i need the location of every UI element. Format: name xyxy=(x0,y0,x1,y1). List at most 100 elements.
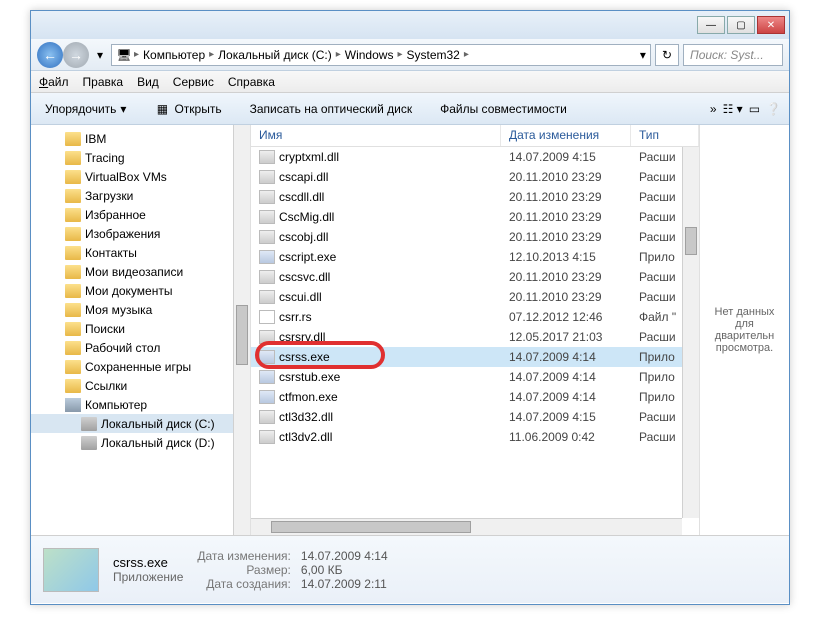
chevron-right-icon: ▸ xyxy=(397,49,402,60)
col-date[interactable]: Дата изменения xyxy=(501,125,631,146)
tree-folder[interactable]: VirtualBox VMs xyxy=(31,167,250,186)
organize-button[interactable]: Упорядочить ▾ xyxy=(39,100,132,118)
file-name: cscapi.dll xyxy=(279,170,328,184)
file-row[interactable]: csrr.rs07.12.2012 12:46Файл " xyxy=(251,307,699,327)
tree-folder[interactable]: Tracing xyxy=(31,148,250,167)
dll-icon xyxy=(259,190,275,204)
chevron-right-icon: ▸ xyxy=(336,49,341,60)
refresh-button[interactable]: ↻ xyxy=(655,44,679,66)
column-headers: Имя Дата изменения Тип xyxy=(251,125,699,147)
file-row[interactable]: ctl3d32.dll14.07.2009 4:15Расши xyxy=(251,407,699,427)
folder-icon xyxy=(65,360,81,374)
close-button[interactable]: ✕ xyxy=(757,16,785,34)
file-name: ctl3d32.dll xyxy=(279,410,333,424)
tree-item-label: Мои видеозаписи xyxy=(85,265,183,279)
tree-item-label: Ссылки xyxy=(85,379,127,393)
tree-drive[interactable]: Локальный диск (D:) xyxy=(31,433,250,452)
tree-folder[interactable]: IBM xyxy=(31,129,250,148)
menu-help[interactable]: Справка xyxy=(228,75,275,89)
file-row[interactable]: cryptxml.dll14.07.2009 4:15Расши xyxy=(251,147,699,167)
folder-icon xyxy=(65,246,81,260)
tree-item-label: Контакты xyxy=(85,246,137,260)
file-row[interactable]: cscobj.dll20.11.2010 23:29Расши xyxy=(251,227,699,247)
file-name: ctl3dv2.dll xyxy=(279,430,332,444)
tree-item-label: Поиски xyxy=(85,322,125,336)
tree-folder[interactable]: Поиски xyxy=(31,319,250,338)
col-type[interactable]: Тип xyxy=(631,125,699,146)
minimize-button[interactable]: — xyxy=(697,16,725,34)
breadcrumb[interactable]: Компьютер xyxy=(141,48,207,62)
tree-folder[interactable]: Контакты xyxy=(31,243,250,262)
file-name: csrss.exe xyxy=(279,350,330,364)
file-scrollbar-horizontal[interactable] xyxy=(251,518,682,535)
tree-folder[interactable]: Ссылки xyxy=(31,376,250,395)
tree-folder[interactable]: Изображения xyxy=(31,224,250,243)
file-date: 14.07.2009 4:14 xyxy=(501,390,631,404)
file-row[interactable]: ctfmon.exe14.07.2009 4:14Прило xyxy=(251,387,699,407)
nav-history-dropdown[interactable]: ▾ xyxy=(93,42,107,68)
folder-icon xyxy=(65,379,81,393)
file-row[interactable]: csrsrv.dll12.05.2017 21:03Расши xyxy=(251,327,699,347)
burn-button[interactable]: Записать на оптический диск xyxy=(244,100,419,118)
more-chevrons-icon[interactable]: » xyxy=(710,102,717,116)
folder-icon xyxy=(65,303,81,317)
tree-folder[interactable]: Моя музыка xyxy=(31,300,250,319)
tree-folder[interactable]: Мои документы xyxy=(31,281,250,300)
menu-file[interactable]: Файл xyxy=(39,75,69,89)
file-date: 12.10.2013 4:15 xyxy=(501,250,631,264)
nav-row: ← → ▾ 🖥 ▸ Компьютер ▸ Локальный диск (C:… xyxy=(31,39,789,71)
forward-button[interactable]: → xyxy=(63,42,89,68)
file-row[interactable]: csrstub.exe14.07.2009 4:14Прило xyxy=(251,367,699,387)
breadcrumb[interactable]: System32 xyxy=(404,48,461,62)
preview-pane-button[interactable]: ▭ xyxy=(749,102,760,116)
open-button[interactable]: ▦Открыть xyxy=(148,99,227,119)
tree-drive[interactable]: Локальный диск (C:) xyxy=(31,414,250,433)
tree-item-label: IBM xyxy=(85,132,106,146)
help-button[interactable]: ❔ xyxy=(766,102,781,116)
menu-view[interactable]: Вид xyxy=(137,75,159,89)
folder-icon xyxy=(65,170,81,184)
tree-folder[interactable]: Избранное xyxy=(31,205,250,224)
search-input[interactable]: Поиск: Syst... xyxy=(683,44,783,66)
file-row[interactable]: cscui.dll20.11.2010 23:29Расши xyxy=(251,287,699,307)
compat-button[interactable]: Файлы совместимости xyxy=(434,100,573,118)
file-name: cscobj.dll xyxy=(279,230,328,244)
file-row[interactable]: cscapi.dll20.11.2010 23:29Расши xyxy=(251,167,699,187)
file-date: 20.11.2010 23:29 xyxy=(501,190,631,204)
file-row[interactable]: ctl3dv2.dll11.06.2009 0:42Расши xyxy=(251,427,699,447)
tree-item-label: Сохраненные игры xyxy=(85,360,191,374)
file-row[interactable]: cscsvc.dll20.11.2010 23:29Расши xyxy=(251,267,699,287)
breadcrumb[interactable]: Локальный диск (C:) xyxy=(216,48,334,62)
file-row[interactable]: cscdll.dll20.11.2010 23:29Расши xyxy=(251,187,699,207)
file-name: csrr.rs xyxy=(279,310,312,324)
breadcrumb[interactable]: Windows xyxy=(343,48,396,62)
menu-edit[interactable]: Правка xyxy=(83,75,124,89)
details-created-value: 14.07.2009 2:11 xyxy=(301,577,388,591)
tree-folder[interactable]: Загрузки xyxy=(31,186,250,205)
file-row[interactable]: cscript.exe12.10.2013 4:15Прило xyxy=(251,247,699,267)
file-scrollbar-vertical[interactable] xyxy=(682,147,699,518)
file-date: 14.07.2009 4:15 xyxy=(501,410,631,424)
address-bar[interactable]: 🖥 ▸ Компьютер ▸ Локальный диск (C:) ▸ Wi… xyxy=(111,44,651,66)
menu-service[interactable]: Сервис xyxy=(173,75,214,89)
details-created-label: Дата создания: xyxy=(197,577,291,591)
maximize-button[interactable]: ▢ xyxy=(727,16,755,34)
application-icon xyxy=(259,250,275,264)
address-dropdown[interactable]: ▾ xyxy=(640,48,646,62)
back-button[interactable]: ← xyxy=(37,42,63,68)
tree-computer[interactable]: Компьютер xyxy=(31,395,250,414)
file-row[interactable]: csrss.exe14.07.2009 4:14Прило xyxy=(251,347,699,367)
view-options-button[interactable]: ☷ ▾ xyxy=(723,102,743,116)
file-date: 20.11.2010 23:29 xyxy=(501,230,631,244)
dll-icon xyxy=(259,230,275,244)
tree-folder[interactable]: Мои видеозаписи xyxy=(31,262,250,281)
file-row[interactable]: CscMig.dll20.11.2010 23:29Расши xyxy=(251,207,699,227)
tree-folder[interactable]: Рабочий стол xyxy=(31,338,250,357)
dll-icon xyxy=(259,430,275,444)
tree-item-label: Локальный диск (C:) xyxy=(101,417,215,431)
folder-icon xyxy=(65,284,81,298)
tree-folder[interactable]: Сохраненные игры xyxy=(31,357,250,376)
file-icon xyxy=(259,310,275,324)
tree-scrollbar[interactable] xyxy=(233,125,250,535)
col-name[interactable]: Имя xyxy=(251,125,501,146)
